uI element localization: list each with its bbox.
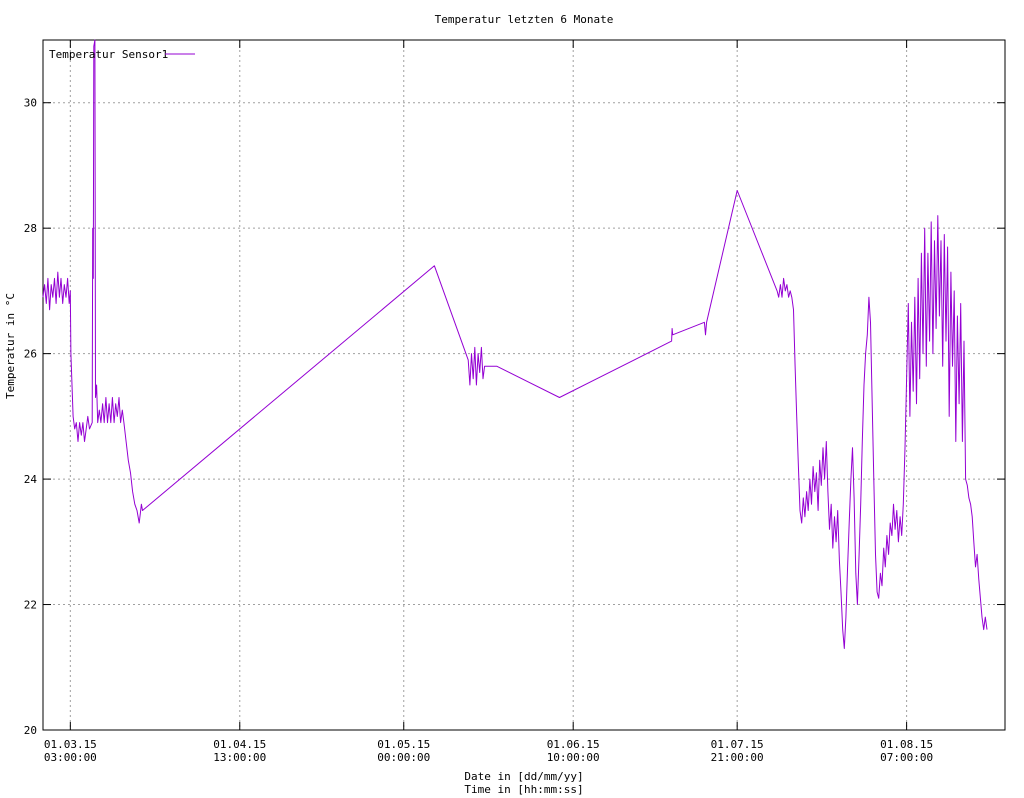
y-tick-label: 30 [24, 97, 37, 110]
x-tick-label-time: 13:00:00 [213, 751, 266, 764]
y-tick-label: 24 [24, 473, 38, 486]
series-line-temperatur-sensor1 [42, 39, 988, 649]
x-tick-label-date: 01.07.15 [711, 738, 764, 751]
y-axis-label: Temperatur in °C [4, 293, 17, 399]
legend-label: Temperatur Sensor1 [49, 48, 168, 61]
grid-lines [43, 40, 1005, 730]
y-tick-label: 28 [24, 222, 37, 235]
x-tick-label-date: 01.06.15 [547, 738, 600, 751]
y-tick-label: 26 [24, 348, 37, 361]
x-tick-label-time: 10:00:00 [547, 751, 600, 764]
x-tick-label-time: 21:00:00 [711, 751, 764, 764]
temperature-chart: Temperatur letzten 6 Monate 20 22 24 26 28 30… [4, 13, 1006, 796]
y-tick-label: 22 [24, 599, 37, 612]
y-tick-label: 20 [24, 724, 37, 737]
x-axis-label-time: Time in [hh:mm:ss] [464, 783, 583, 796]
x-axis-ticks: 01.03.1503:00:00 01.04.1513:00:00 01.05.15… [44, 40, 933, 764]
x-tick-label-date: 01.03.15 [44, 738, 97, 751]
x-axis-label: Date in [dd/mm/yy] [464, 770, 583, 783]
x-tick-label-time: 07:00:00 [880, 751, 933, 764]
legend: Temperatur Sensor1 [49, 48, 195, 61]
x-tick-label-date: 01.08.15 [880, 738, 933, 751]
x-tick-label-time: 00:00:00 [377, 751, 430, 764]
y-axis-ticks: 20 22 24 26 28 30 [24, 97, 1005, 737]
chart-title: Temperatur letzten 6 Monate [435, 13, 614, 26]
x-tick-label-date: 01.05.15 [377, 738, 430, 751]
plot-frame [42, 39, 1006, 731]
x-tick-label-date: 01.04.15 [213, 738, 266, 751]
x-tick-label-time: 03:00:00 [44, 751, 97, 764]
